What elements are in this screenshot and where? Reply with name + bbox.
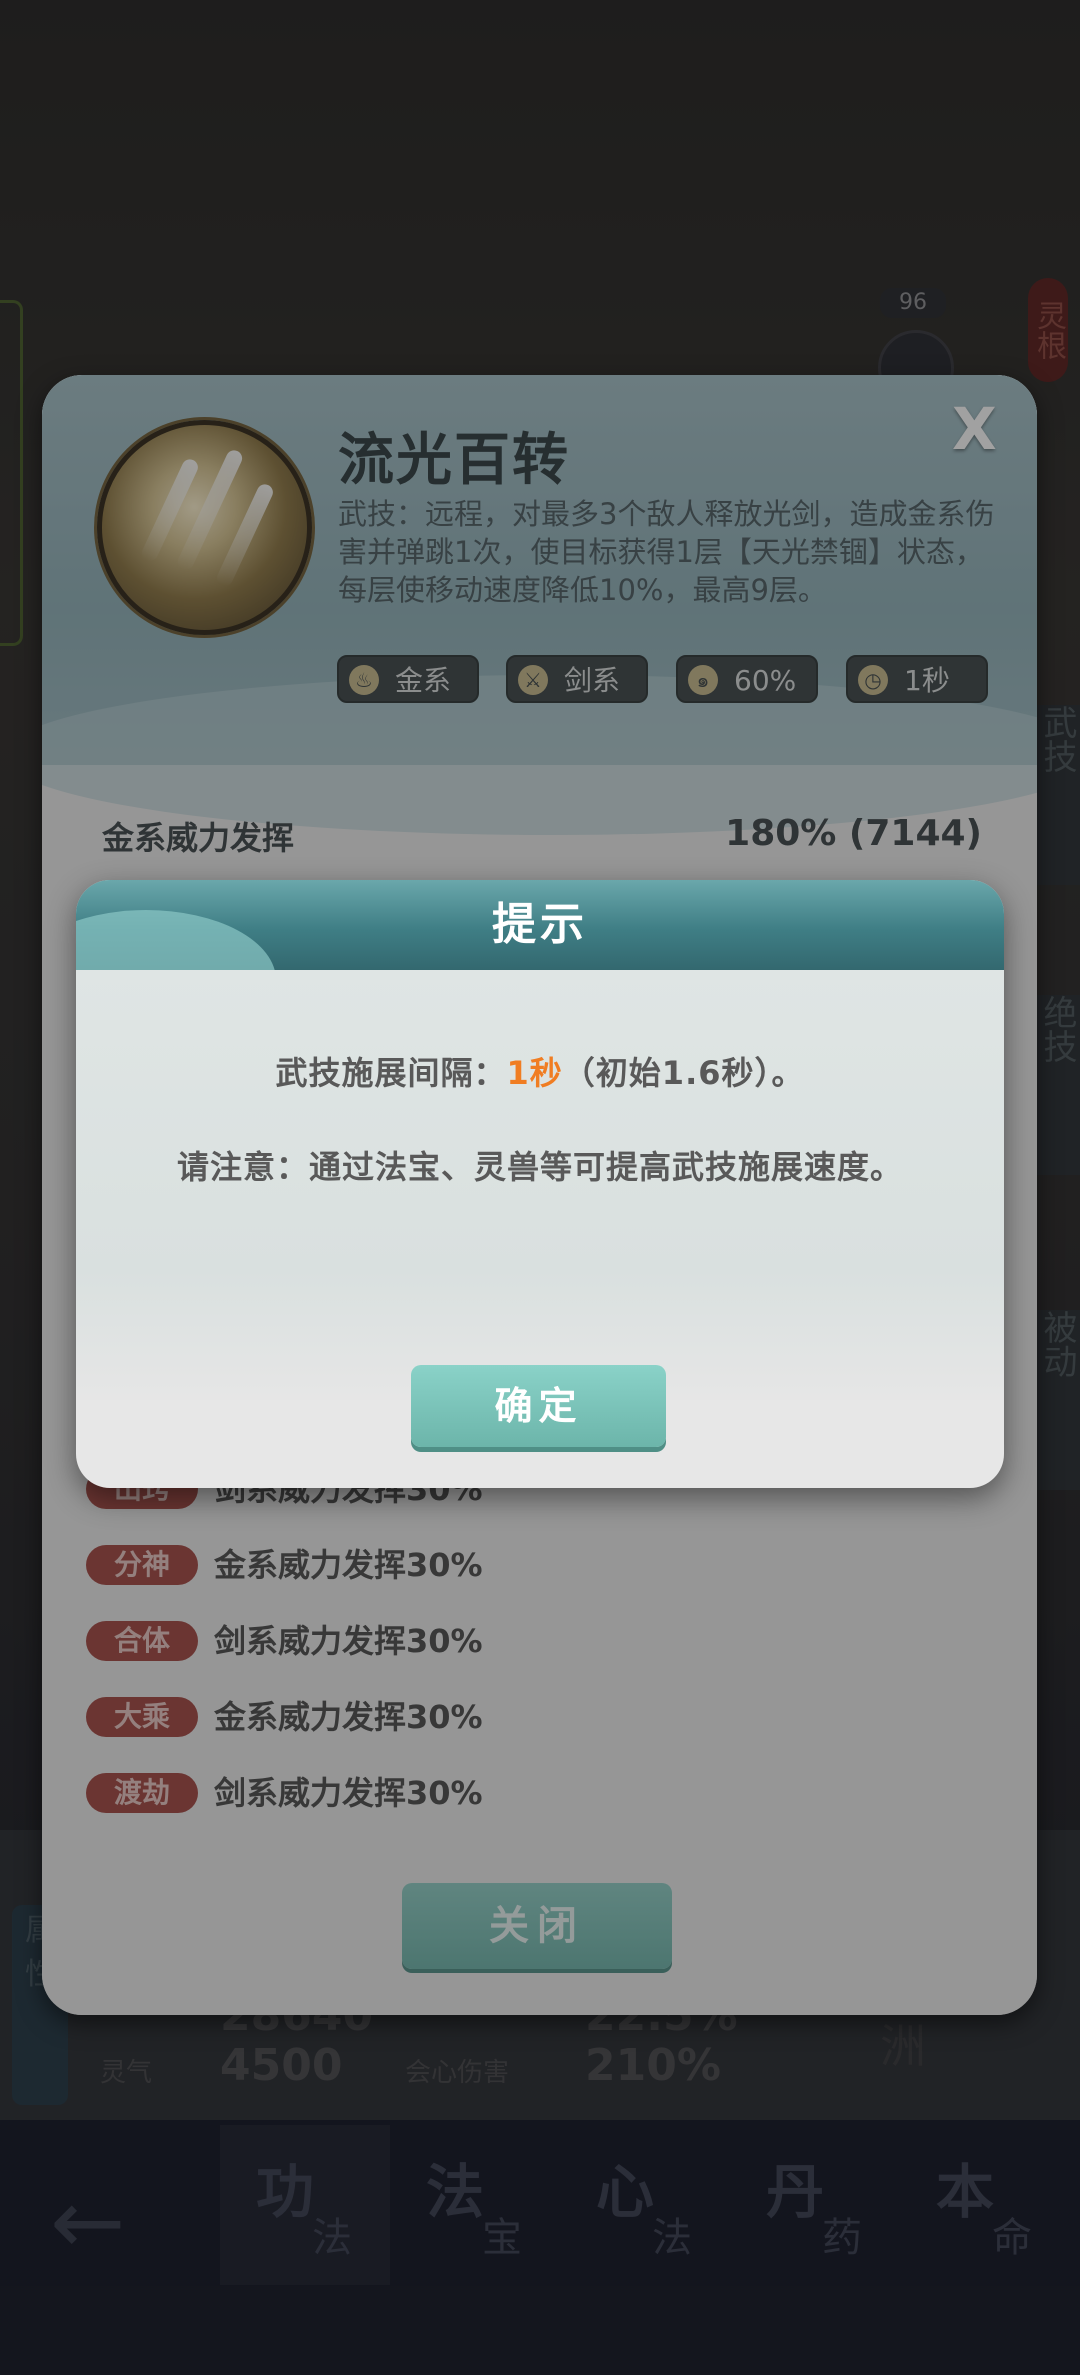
interval-value: 1秒 [506, 1054, 563, 1092]
message-prefix: 武技施展间隔： [275, 1054, 507, 1092]
interval-message: 武技施展间隔：1秒（初始1.6秒）。 [76, 1048, 1004, 1094]
message-suffix: （初始1.6秒）。 [562, 1054, 805, 1092]
tip-message: 请注意：通过法宝、灵兽等可提高武技施展速度。 [176, 1148, 903, 1186]
confirm-button[interactable]: 确定 [411, 1365, 666, 1447]
hint-dialog: 提示 武技施展间隔：1秒（初始1.6秒）。 请注意：通过法宝、灵兽等可提高武技施… [76, 880, 1004, 1488]
dialog-title: 提示 [492, 899, 588, 950]
